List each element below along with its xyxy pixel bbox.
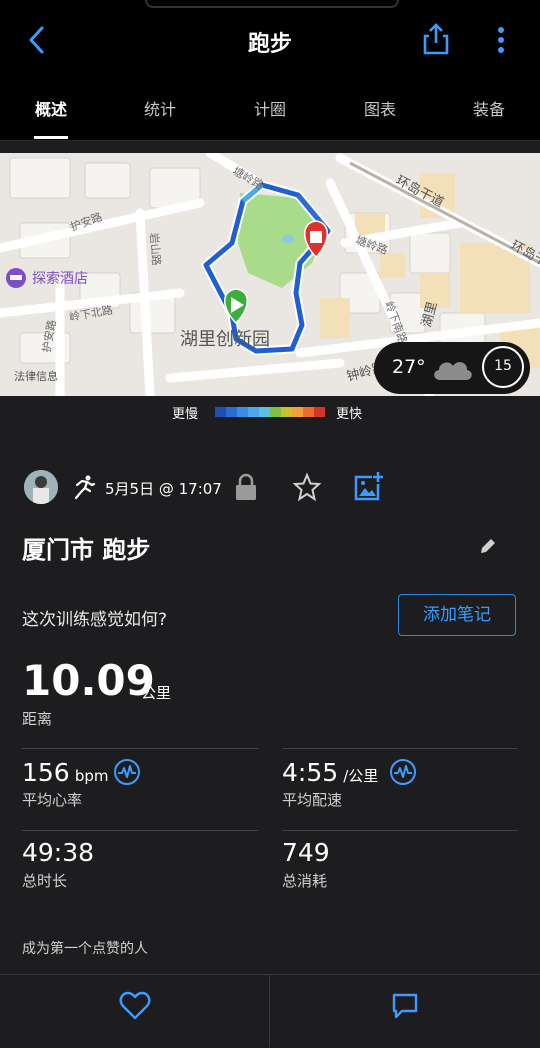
cloud-icon [430, 354, 476, 382]
avg-pace-value: 4:55 [282, 758, 339, 787]
share-icon [423, 23, 449, 55]
map-poi-park: 湖里创新园 [180, 329, 270, 350]
heart-rate-chart-icon[interactable] [113, 758, 141, 786]
avg-pace-stat[interactable]: 4:55 /公里 [282, 758, 378, 787]
bottom-action-bar [0, 974, 540, 1048]
pace-color-swatch [303, 407, 314, 417]
pace-legend-slower: 更慢 [172, 407, 199, 422]
pace-color-swatch [237, 407, 248, 417]
avg-pace-unit: /公里 [343, 767, 379, 785]
duration-label: 总时长 [22, 872, 68, 890]
tab-laps[interactable]: 计圈 [230, 96, 310, 120]
avatar[interactable] [24, 470, 58, 504]
lock-icon[interactable] [233, 472, 259, 502]
pace-color-swatch [248, 407, 259, 417]
favorite-star-icon[interactable] [292, 472, 322, 502]
tab-stats[interactable]: 统计 [120, 96, 200, 120]
divider [269, 974, 270, 1047]
add-note-button[interactable]: 添加笔记 [398, 594, 516, 636]
heart-icon [119, 991, 151, 1020]
pace-legend-faster: 更快 [336, 407, 363, 422]
comment-button[interactable] [388, 990, 422, 1022]
page-title: 跑步 [247, 32, 292, 57]
device-notch [145, 0, 399, 8]
likes-prompt[interactable]: 成为第一个点赞的人 [22, 938, 148, 958]
pace-color-swatch [281, 407, 292, 417]
divider [282, 830, 518, 831]
map-road-label: 岩山路 [147, 232, 164, 266]
avg-hr-stat[interactable]: 156 bpm [22, 758, 108, 787]
avg-hr-unit: bpm [74, 767, 109, 785]
running-icon [72, 474, 96, 500]
like-button[interactable] [118, 990, 152, 1022]
activity-datetime: 5月5日 @ 17:07 [105, 480, 222, 498]
calories-label: 总消耗 [282, 872, 328, 890]
map-legal-link: 法律信息 [14, 369, 58, 383]
tab-bar: 概述 统计 计圈 图表 装备 [0, 72, 540, 141]
distance-label: 距离 [22, 710, 53, 728]
divider [282, 748, 518, 749]
pace-color-swatch [314, 407, 325, 417]
avg-pace-label: 平均配速 [282, 791, 343, 809]
pace-color-scale [215, 407, 325, 417]
pace-color-swatch [226, 407, 237, 417]
weather-temperature: 27° [392, 356, 426, 378]
distance-unit: 公里 [141, 684, 172, 702]
activity-name: 厦门市 跑步 [22, 536, 151, 564]
calories-value: 749 [282, 838, 330, 867]
pace-color-swatch [292, 407, 303, 417]
tab-gear[interactable]: 装备 [449, 96, 529, 120]
avg-hr-label: 平均心率 [22, 791, 83, 809]
feeling-question: 这次训练感觉如何? [22, 610, 168, 630]
map-poi-hotel: 探索酒店 [32, 270, 88, 287]
edit-pencil-icon[interactable] [478, 536, 498, 556]
active-tab-indicator [34, 136, 68, 139]
comment-icon [392, 993, 418, 1019]
distance-value: 10.09 [22, 656, 155, 705]
divider [22, 748, 258, 749]
more-vertical-icon [498, 27, 504, 53]
avg-hr-value: 156 [22, 758, 70, 787]
divider [22, 830, 258, 831]
share-button[interactable] [420, 22, 452, 56]
pace-color-swatch [215, 407, 226, 417]
pace-chart-icon[interactable] [389, 758, 417, 786]
pace-color-swatch [270, 407, 281, 417]
tab-overview[interactable]: 概述 [11, 96, 91, 120]
wind-speed: 15 [494, 358, 512, 374]
add-photo-icon[interactable] [352, 470, 384, 502]
pace-color-swatch [259, 407, 270, 417]
duration-value: 49:38 [22, 838, 95, 867]
more-options-button[interactable] [490, 24, 512, 56]
tab-charts[interactable]: 图表 [340, 96, 420, 120]
